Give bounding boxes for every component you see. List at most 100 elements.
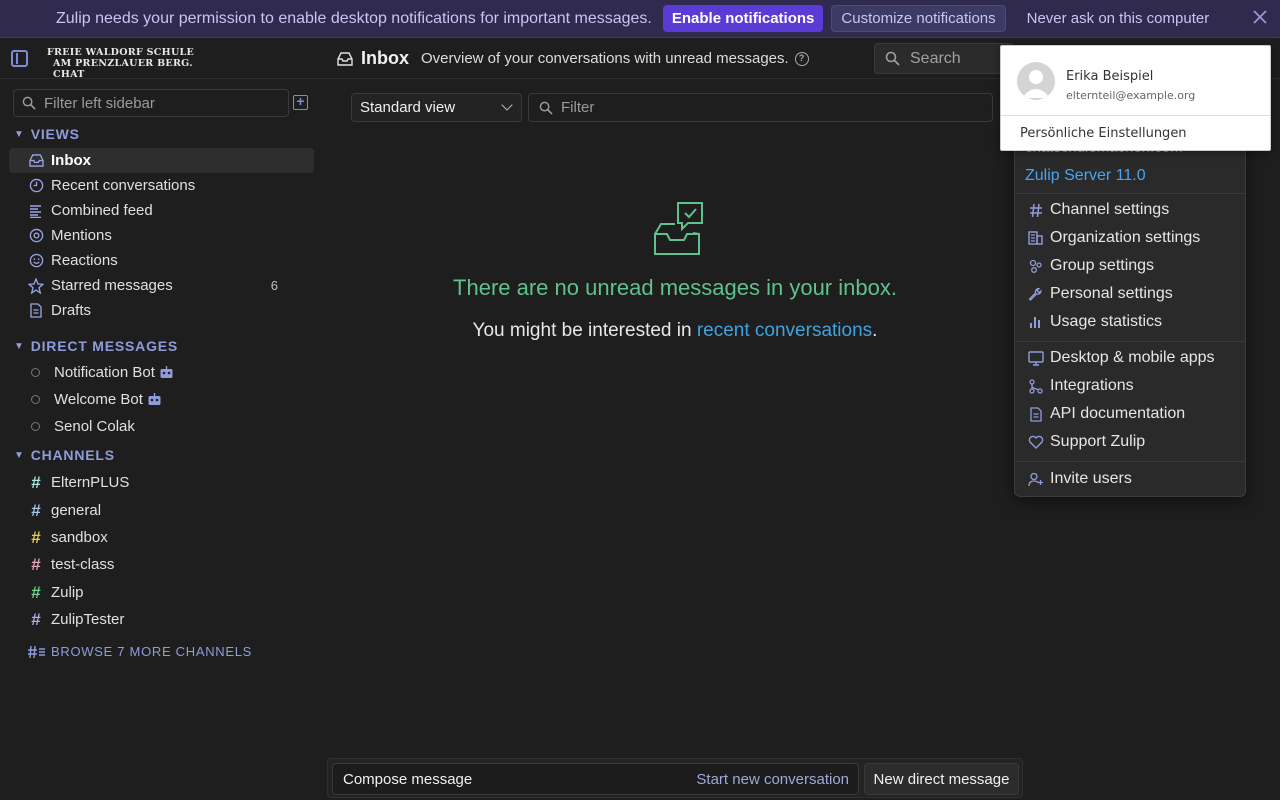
presence-icon	[31, 422, 40, 431]
heart-icon	[1027, 434, 1044, 451]
empty-sub-prefix: You might be interested in	[472, 320, 697, 341]
view-select-value: Standard view	[360, 99, 456, 116]
menu-item-personal-settings[interactable]: Personal settings	[1027, 285, 1173, 303]
page-description: Overview of your conversations with unre…	[421, 50, 789, 67]
dm-item-label: Welcome Bot	[54, 391, 143, 408]
menu-item-label: Integrations	[1050, 377, 1134, 394]
empty-inbox-icon	[654, 202, 703, 255]
hash-icon	[1027, 202, 1044, 219]
sidebar-item-mentions[interactable]: Mentions	[9, 223, 314, 248]
channel-item-zulip[interactable]: # Zulip	[9, 580, 314, 605]
channel-item-general[interactable]: # general	[9, 498, 314, 523]
sidebar-filter-placeholder: Filter left sidebar	[44, 94, 155, 112]
menu-item-label: Support Zulip	[1050, 433, 1146, 450]
git-icon	[1027, 378, 1044, 395]
channel-item-sandbox[interactable]: # sandbox	[9, 525, 314, 550]
sidebar-item-label: Mentions	[51, 227, 112, 244]
browse-channels-link[interactable]: BROWSE 7 MORE CHANNELS	[28, 644, 252, 659]
document-icon	[1027, 406, 1044, 423]
org-logo[interactable]: FREIE WALDORF SCHULE AM PRENZLAUER BERG.…	[47, 47, 207, 80]
empty-inbox-title: There are no unread messages in your inb…	[453, 275, 897, 300]
menu-item-invite-users[interactable]: Invite users	[1027, 470, 1132, 488]
chevron-down-icon	[501, 99, 513, 111]
new-direct-message-button[interactable]: New direct message	[864, 763, 1019, 795]
hash-icon: #	[31, 527, 41, 547]
compose-message-button[interactable]: Compose message Start new conversation	[332, 763, 859, 795]
wrench-icon	[1027, 286, 1044, 303]
recent-conversations-link[interactable]: recent conversations	[697, 320, 872, 341]
inbox-filter-input[interactable]: Filter	[528, 93, 993, 122]
menu-item-api-documentation[interactable]: API documentation	[1027, 405, 1185, 423]
presence-icon	[31, 395, 40, 404]
sidebar-item-label: Starred messages	[51, 277, 173, 294]
menu-item-group-settings[interactable]: Group settings	[1027, 257, 1154, 275]
feed-icon	[28, 203, 44, 219]
org-logo-line1: FREIE WALDORF SCHULE	[47, 47, 195, 58]
channels-heading-label: CHANNELS	[30, 447, 115, 463]
channels-heading[interactable]: ▼ CHANNELS	[14, 447, 115, 463]
help-icon[interactable]: ?	[794, 51, 809, 66]
channel-label: ElternPLUS	[51, 474, 130, 491]
search-icon	[539, 101, 553, 115]
hash-icon: #	[31, 500, 41, 520]
close-icon[interactable]	[1250, 8, 1270, 28]
dm-item-notification-bot[interactable]: Notification Bot	[9, 360, 314, 385]
compose-label: Compose message	[343, 770, 473, 788]
sidebar-toggle-icon[interactable]	[11, 50, 28, 67]
menu-item-organization-settings[interactable]: Organization settings	[1027, 229, 1200, 247]
draft-icon	[28, 303, 44, 319]
bot-icon	[160, 366, 173, 378]
profile-email: elternteil@example.org	[1066, 89, 1196, 102]
add-user-icon	[1027, 471, 1044, 488]
menu-item-desktop-apps[interactable]: Desktop & mobile apps	[1027, 349, 1215, 367]
channel-item-zuliptester[interactable]: # ZulipTester	[9, 607, 314, 632]
menu-item-integrations[interactable]: Integrations	[1027, 377, 1134, 395]
add-channel-icon[interactable]: +	[293, 94, 308, 110]
direct-messages-heading[interactable]: ▼ DIRECT MESSAGES	[14, 338, 178, 354]
sidebar-item-starred[interactable]: Starred messages 6	[9, 273, 314, 298]
empty-sub-suffix: .	[872, 320, 878, 341]
sidebar-item-inbox[interactable]: Inbox	[9, 148, 314, 173]
divider	[1016, 341, 1246, 342]
divider	[1001, 115, 1270, 116]
sidebar-item-combined-feed[interactable]: Combined feed	[9, 198, 314, 223]
view-select[interactable]: Standard view	[351, 93, 522, 122]
empty-inbox-subtitle: You might be interested in recent conver…	[340, 320, 1010, 342]
never-ask-link[interactable]: Never ask on this computer	[1018, 5, 1219, 32]
inbox-icon	[28, 153, 44, 169]
sidebar-item-label: Combined feed	[51, 202, 153, 219]
start-new-conversation-hint: Start new conversation	[696, 770, 849, 788]
dm-item-senol-colak[interactable]: Senol Colak	[9, 414, 314, 439]
dm-item-welcome-bot[interactable]: Welcome Bot	[9, 387, 314, 412]
caret-down-icon: ▼	[14, 340, 25, 352]
browse-channels-icon	[28, 645, 45, 658]
menu-item-label: Desktop & mobile apps	[1050, 349, 1215, 366]
caret-down-icon: ▼	[14, 449, 25, 461]
channel-item-elternplus[interactable]: # ElternPLUS	[9, 470, 314, 495]
building-icon	[1027, 230, 1044, 247]
menu-item-usage-statistics[interactable]: Usage statistics	[1027, 313, 1162, 331]
sidebar-item-recent[interactable]: Recent conversations	[9, 173, 314, 198]
hash-icon: #	[31, 554, 41, 574]
sidebar-item-drafts[interactable]: Drafts	[9, 298, 314, 323]
enable-notifications-button[interactable]: Enable notifications	[662, 5, 824, 32]
menu-item-channel-settings[interactable]: Channel settings	[1027, 201, 1169, 219]
hash-icon: #	[31, 582, 41, 602]
sidebar-filter-input[interactable]: Filter left sidebar	[13, 89, 289, 117]
hash-icon: #	[31, 472, 41, 492]
profile-name: Erika Beispiel	[1066, 69, 1154, 84]
sidebar-item-label: Reactions	[51, 252, 118, 269]
server-version-link[interactable]: Zulip Server 11.0	[1025, 167, 1146, 185]
sidebar-item-reactions[interactable]: Reactions	[9, 248, 314, 273]
personal-settings-link[interactable]: Persönliche Einstellungen	[1020, 126, 1187, 141]
avatar	[1017, 62, 1055, 100]
presence-icon	[31, 368, 40, 377]
views-heading[interactable]: ▼ VIEWS	[14, 126, 80, 142]
inbox-filter-placeholder: Filter	[561, 99, 595, 116]
menu-item-support-zulip[interactable]: Support Zulip	[1027, 433, 1145, 451]
search-input[interactable]: Search	[874, 43, 1014, 74]
channel-item-test-class[interactable]: # test-class	[9, 552, 314, 577]
channel-label: Zulip	[51, 584, 84, 601]
dm-heading-label: DIRECT MESSAGES	[30, 338, 179, 354]
customize-notifications-button[interactable]: Customize notifications	[831, 5, 1006, 32]
